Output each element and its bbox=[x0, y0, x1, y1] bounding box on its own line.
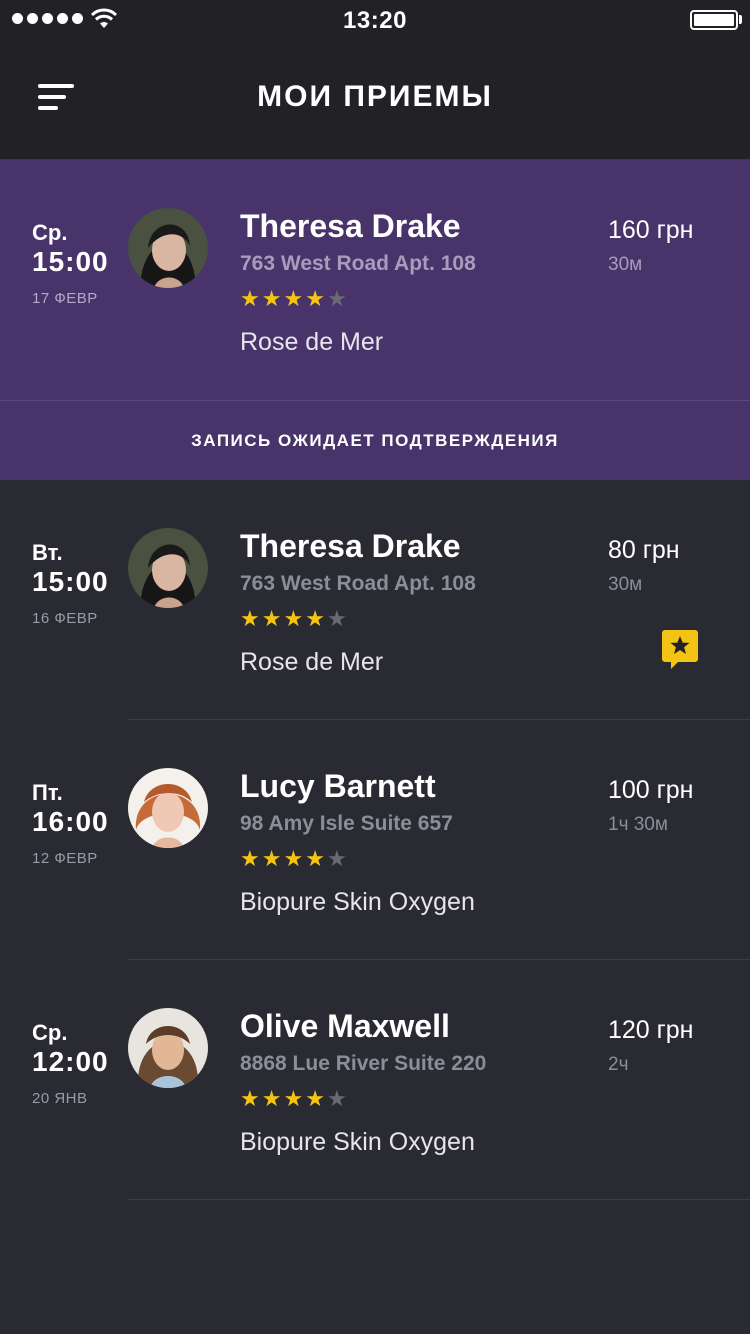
star-icon: ★ bbox=[240, 1086, 262, 1111]
service-name: Rose de Mer bbox=[240, 648, 384, 676]
client-name: Theresa Drake bbox=[240, 528, 461, 564]
service-name: Rose de Mer bbox=[240, 328, 384, 356]
rating-stars: ★★★★★ bbox=[240, 846, 349, 872]
client-name: Lucy Barnett bbox=[240, 768, 436, 804]
appointment-day: Пт. bbox=[32, 780, 63, 805]
star-icon: ★ bbox=[305, 286, 327, 311]
appointment-day: Ср. bbox=[32, 1020, 68, 1045]
duration: 2ч bbox=[608, 1054, 629, 1075]
star-icon: ★ bbox=[326, 606, 349, 631]
appointment-time: 16:00 bbox=[32, 806, 109, 837]
price: 80 грн bbox=[608, 536, 680, 564]
review-badge-icon[interactable] bbox=[662, 630, 698, 670]
appointment-date: 16 ФЕВР bbox=[32, 610, 98, 627]
divider bbox=[128, 1199, 750, 1200]
client-address: 8868 Lue River Suite 220 bbox=[240, 1052, 487, 1075]
client-address: 763 West Road Apt. 108 bbox=[240, 572, 476, 595]
appointment-item[interactable]: Пт. 16:00 12 ФЕВР Lucy Barnett 98 Amy Is… bbox=[0, 720, 750, 960]
service-name: Biopure Skin Oxygen bbox=[240, 1128, 475, 1156]
status-bar: 13:20 bbox=[0, 0, 750, 40]
star-icon: ★ bbox=[240, 606, 262, 631]
battery-tip bbox=[739, 15, 742, 24]
star-icon: ★ bbox=[240, 846, 262, 871]
star-icon: ★ bbox=[240, 286, 262, 311]
navigation-bar: МОИ ПРИЕМЫ bbox=[0, 40, 750, 160]
star-icon: ★ bbox=[283, 1086, 306, 1111]
rating-stars: ★★★★★ bbox=[240, 606, 349, 632]
battery-icon bbox=[690, 10, 738, 30]
appointment-time: 15:00 bbox=[32, 246, 109, 277]
service-name: Biopure Skin Oxygen bbox=[240, 888, 475, 916]
client-address: 763 West Road Apt. 108 bbox=[240, 252, 476, 275]
page-title: МОИ ПРИЕМЫ bbox=[257, 80, 493, 113]
appointment-time: 12:00 bbox=[32, 1046, 109, 1077]
star-icon: ★ bbox=[261, 606, 284, 631]
star-icon: ★ bbox=[326, 286, 349, 311]
star-icon: ★ bbox=[305, 846, 327, 871]
avatar bbox=[128, 208, 208, 288]
price: 160 грн bbox=[608, 216, 694, 244]
star-icon: ★ bbox=[261, 1086, 284, 1111]
star-icon: ★ bbox=[283, 606, 306, 631]
appointment-date: 17 ФЕВР bbox=[32, 290, 98, 307]
client-address: 98 Amy Isle Suite 657 bbox=[240, 812, 453, 835]
star-icon: ★ bbox=[261, 846, 284, 871]
appointment-time: 15:00 bbox=[32, 566, 109, 597]
rating-stars: ★★★★★ bbox=[240, 286, 349, 312]
star-icon: ★ bbox=[283, 286, 306, 311]
status-banner: ЗАПИСЬ ОЖИДАЕТ ПОДТВЕРЖДЕНИЯ bbox=[0, 400, 750, 480]
rating-stars: ★★★★★ bbox=[240, 1086, 349, 1112]
avatar bbox=[128, 528, 208, 608]
client-name: Olive Maxwell bbox=[240, 1008, 450, 1044]
appointment-date: 20 ЯНВ bbox=[32, 1090, 88, 1107]
appointment-day: Ср. bbox=[32, 220, 68, 245]
appointment-day: Вт. bbox=[32, 540, 63, 565]
appointment-item[interactable]: Ср. 15:00 17 ФЕВР Theresa Drake 763 West… bbox=[0, 160, 750, 400]
appointment-item[interactable]: Ср. 12:00 20 ЯНВ Olive Maxwell 8868 Lue … bbox=[0, 960, 750, 1200]
star-icon: ★ bbox=[305, 606, 327, 631]
star-icon: ★ bbox=[326, 1086, 349, 1111]
client-name: Theresa Drake bbox=[240, 208, 461, 244]
appointment-date: 12 ФЕВР bbox=[32, 850, 98, 867]
duration: 30м bbox=[608, 254, 643, 275]
appointment-item[interactable]: Вт. 15:00 16 ФЕВР Theresa Drake 763 West… bbox=[0, 480, 750, 720]
price: 100 грн bbox=[608, 776, 694, 804]
star-icon: ★ bbox=[261, 286, 284, 311]
avatar bbox=[128, 768, 208, 848]
avatar bbox=[128, 1008, 208, 1088]
price: 120 грн bbox=[608, 1016, 694, 1044]
star-icon: ★ bbox=[305, 1086, 327, 1111]
status-time: 13:20 bbox=[343, 7, 407, 34]
duration: 30м bbox=[608, 574, 643, 595]
star-icon: ★ bbox=[283, 846, 306, 871]
star-icon: ★ bbox=[326, 846, 349, 871]
duration: 1ч 30м bbox=[608, 814, 668, 835]
